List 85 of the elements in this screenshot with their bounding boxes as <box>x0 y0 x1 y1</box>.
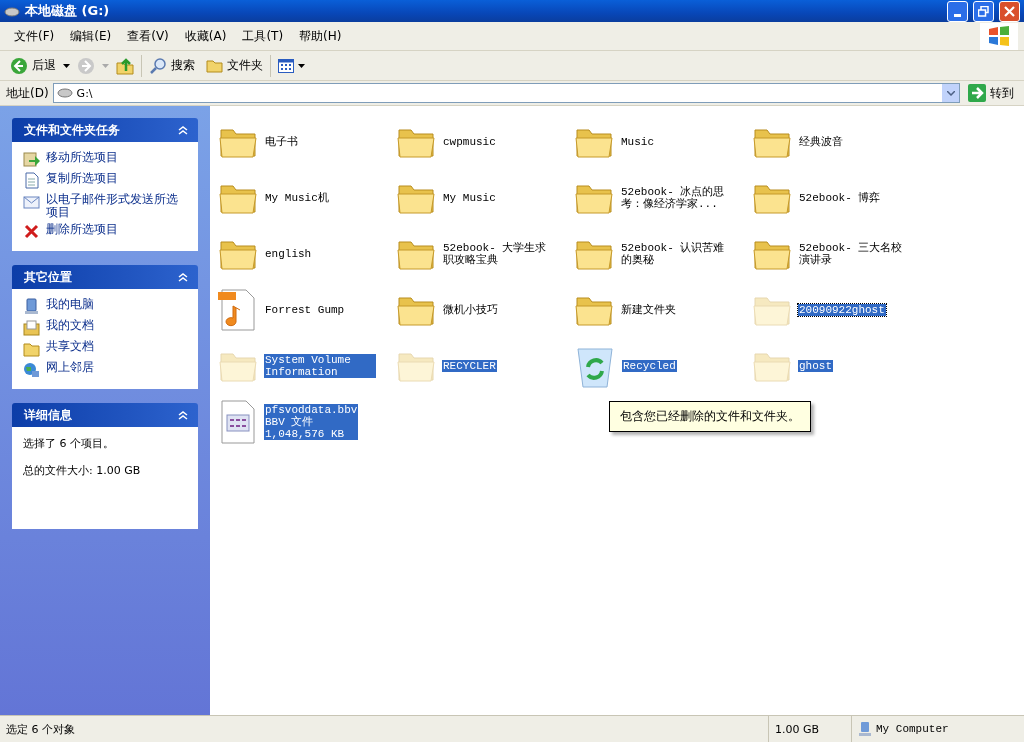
panel-title: 详细信息 <box>24 406 72 424</box>
task-link[interactable]: 我的电脑 <box>23 298 189 315</box>
address-field[interactable]: G:\ <box>52 83 960 103</box>
panel-header[interactable]: 其它位置 <box>12 265 198 289</box>
details-text: 选择了 6 个项目。 <box>23 436 115 451</box>
arrow-right-icon <box>968 84 986 102</box>
file-name[interactable]: 52ebook- 博弈 <box>798 192 882 204</box>
envelope-icon <box>23 193 40 210</box>
go-button[interactable]: 转到 <box>964 82 1018 104</box>
folders-button[interactable]: 文件夹 <box>202 55 267 76</box>
dropdown-button[interactable] <box>942 84 959 102</box>
file-name[interactable]: 20090922ghost <box>798 304 886 316</box>
restore-button[interactable] <box>973 0 994 22</box>
window-title: 本地磁盘 (G:) <box>25 2 111 20</box>
file-name[interactable]: Forrest Gump <box>264 304 346 316</box>
file-name[interactable]: 电子书 <box>264 136 299 148</box>
file-name[interactable]: Music <box>620 136 655 148</box>
back-icon <box>10 56 28 75</box>
file-name[interactable]: 52ebook- 大学生求职攻略宝典 <box>442 242 554 266</box>
task-link[interactable]: 删除所选项目 <box>23 223 189 240</box>
task-link[interactable]: 移动所选项目 <box>23 151 189 168</box>
back-button[interactable]: 后退 <box>6 54 60 77</box>
task-link[interactable]: 复制所选项目 <box>23 172 189 189</box>
file-name[interactable]: cwpmusic <box>442 136 497 148</box>
details-text: 总的文件大小: 1.00 GB <box>23 463 142 478</box>
panel-header[interactable]: 详细信息 <box>12 403 198 427</box>
file-name[interactable]: Recycled <box>622 360 677 372</box>
caret-icon <box>102 63 109 68</box>
computer-icon <box>23 298 40 315</box>
restore-icon <box>978 5 989 17</box>
file-name[interactable]: english <box>264 248 313 260</box>
search-icon <box>149 56 167 75</box>
menu-item[interactable]: 文件(F) <box>6 25 63 47</box>
copy-icon <box>23 172 40 189</box>
file-name[interactable]: My Music <box>442 192 497 204</box>
windows-logo <box>988 26 1010 46</box>
task-link[interactable]: 我的文档 <box>23 319 189 336</box>
address-label: 地址(D) <box>6 84 49 102</box>
menu-item[interactable]: 编辑(E) <box>62 25 120 47</box>
drive-icon <box>4 5 20 17</box>
close-button[interactable] <box>999 0 1020 22</box>
file-name[interactable]: 微机小技巧 <box>442 304 499 316</box>
file-name[interactable]: System Volume Information <box>264 354 376 378</box>
views-icon <box>278 58 294 73</box>
tooltip: 包含您已经删除的文件和文件夹。 <box>609 401 811 432</box>
forward-icon <box>77 56 95 75</box>
folder-icon <box>206 58 223 73</box>
file-name[interactable]: pfsvoddata.bbv BBV 文件 1,048,576 KB <box>264 404 359 440</box>
menu-item[interactable]: 查看(V) <box>119 25 177 47</box>
status-zone: My Computer <box>876 723 949 735</box>
file-name[interactable]: RECYCLER <box>442 360 497 372</box>
drive-icon <box>56 88 73 98</box>
folder-icon <box>23 340 40 357</box>
minimize-icon <box>954 13 961 17</box>
computer-icon <box>858 722 872 736</box>
search-button[interactable]: 搜索 <box>145 54 199 77</box>
task-link[interactable]: 共享文档 <box>23 340 189 357</box>
menu-item[interactable]: 工具(T) <box>234 25 292 47</box>
up-folder-icon <box>116 56 134 75</box>
menu-item[interactable]: 收藏(A) <box>176 25 235 47</box>
file-name[interactable]: 新建文件夹 <box>620 304 677 316</box>
panel-header[interactable]: 文件和文件夹任务 <box>12 118 198 142</box>
move-icon <box>23 151 40 168</box>
status-text: 选定 6 个对象 <box>0 716 769 742</box>
minimize-button[interactable] <box>947 0 968 22</box>
file-name[interactable]: 经典波音 <box>798 136 844 148</box>
chevron-down-icon <box>946 90 955 96</box>
file-name[interactable]: 52ebook- 认识苦难的奥秘 <box>620 242 732 266</box>
caret-icon <box>63 63 70 68</box>
address-value: G:\ <box>76 86 93 100</box>
file-name[interactable]: My Music机 <box>264 192 330 204</box>
delete-icon <box>23 223 40 240</box>
panel-title: 其它位置 <box>24 268 72 286</box>
task-link[interactable]: 网上邻居 <box>23 361 189 378</box>
status-size: 1.00 GB <box>769 716 852 742</box>
task-link[interactable]: 以电子邮件形式发送所选项目 <box>23 193 189 219</box>
menu-item[interactable]: 帮助(H) <box>291 25 350 47</box>
file-name[interactable]: 52ebook- 冰点的思考：像经济学家... <box>620 186 732 210</box>
documents-icon <box>23 319 40 336</box>
globe-icon <box>23 361 40 378</box>
file-name[interactable]: 52ebook- 三大名校演讲录 <box>798 242 910 266</box>
file-name[interactable]: ghost <box>798 360 833 372</box>
close-icon <box>1004 5 1015 17</box>
caret-icon <box>298 63 305 68</box>
panel-title: 文件和文件夹任务 <box>24 121 120 139</box>
